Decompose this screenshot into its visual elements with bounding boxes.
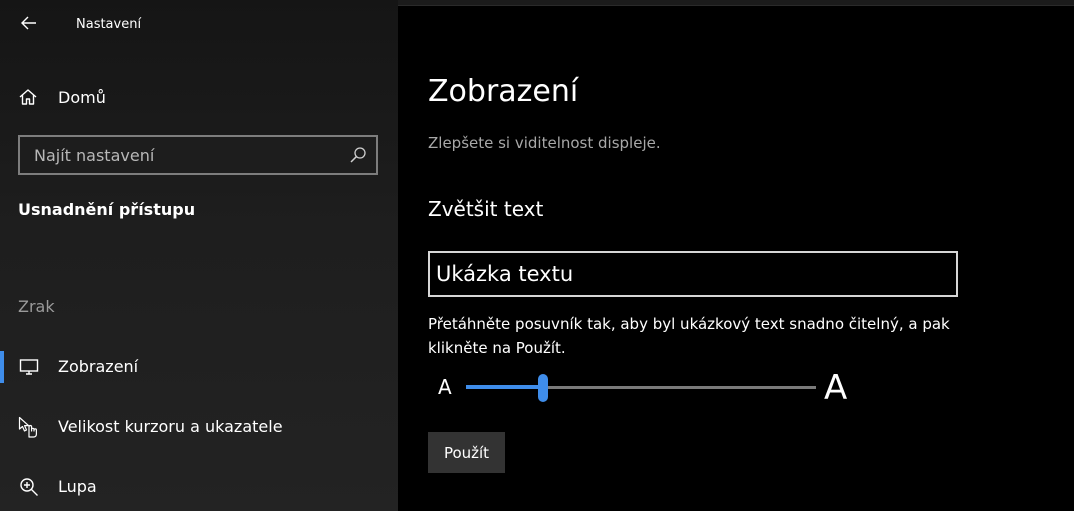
sidebar-item-magnifier[interactable]: Lupa [0,467,398,507]
search-icon[interactable] [340,137,376,173]
slider-instructions: Přetáhněte posuvník tak, aby byl ukázkov… [428,315,950,357]
slider-thumb[interactable] [538,374,548,402]
slider-track[interactable] [466,385,816,389]
home-icon [19,89,37,105]
search-input[interactable] [20,145,340,165]
sidebar: Nastavení Domů Usnadnění přístupu Zrak Z… [0,0,398,511]
sidebar-item-label: Velikost kurzoru a ukazatele [58,417,283,436]
sidebar-item-cursor-size[interactable]: Velikost kurzoru a ukazatele [0,407,398,447]
apply-button[interactable]: Použít [428,432,505,473]
back-arrow-icon [21,16,36,30]
slider-min-label: A [438,375,452,399]
sidebar-item-label: Zobrazení [58,357,139,376]
magnifier-plus-icon [18,476,40,498]
page-title: Zobrazení [428,74,579,109]
cursor-pointer-icon [18,416,40,438]
slider-track-fill [466,385,543,389]
home-link[interactable]: Domů [18,84,106,110]
sample-text-preview: Ukázka textu [428,251,958,297]
app-title: Nastavení [76,17,142,32]
page-subtitle: Zlepšete si viditelnost displeje. [428,134,661,152]
search-box[interactable] [18,135,378,175]
group-label-vision: Zrak [18,297,55,316]
monitor-icon [18,356,40,378]
section-title: Usnadnění přístupu [18,200,196,219]
home-label: Domů [58,87,106,107]
main-content: Zobrazení Zlepšete si viditelnost disple… [398,0,1074,511]
text-size-slider[interactable]: A A [428,368,868,408]
slider-max-label: A [824,368,848,408]
sidebar-item-label: Lupa [58,477,97,496]
sample-text: Ukázka textu [436,262,574,286]
sidebar-item-display[interactable]: Zobrazení [0,347,398,387]
section-heading-enlarge-text: Zvětšit text [428,197,544,221]
back-button[interactable] [18,12,40,34]
